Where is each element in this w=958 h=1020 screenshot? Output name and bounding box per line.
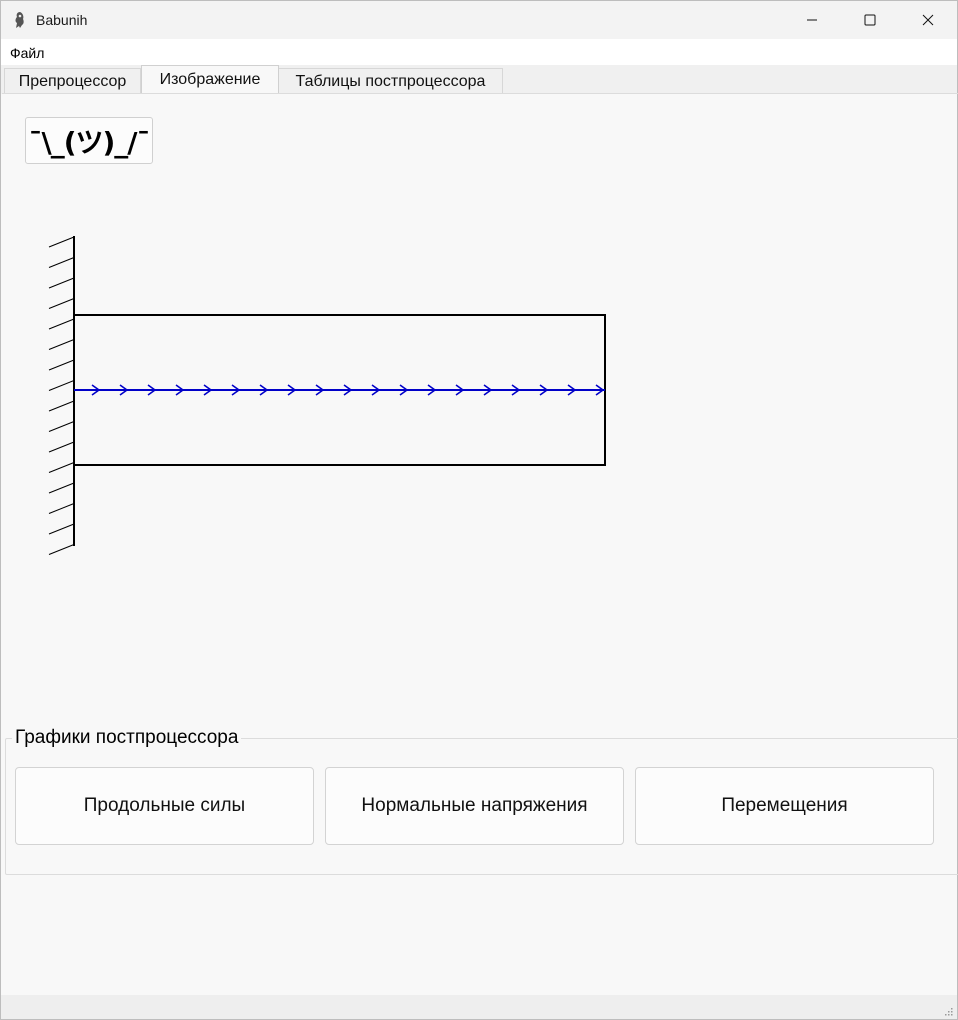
title-bar[interactable]: Babunih bbox=[1, 1, 957, 39]
button-label: Нормальные напряжения bbox=[361, 795, 588, 816]
normal-stresses-button[interactable]: Нормальные напряжения bbox=[325, 767, 624, 845]
support-hatch bbox=[48, 298, 75, 309]
status-bar bbox=[1, 995, 957, 1019]
tab-preprocessor[interactable]: Препроцессор bbox=[4, 68, 141, 94]
menu-file[interactable]: Файл bbox=[10, 45, 44, 61]
resize-grip-icon[interactable] bbox=[943, 1006, 953, 1016]
support-hatch bbox=[48, 462, 75, 473]
support-hatch bbox=[48, 400, 75, 412]
longitudinal-forces-button[interactable]: Продольные силы bbox=[15, 767, 314, 845]
tab-image[interactable]: Изображение bbox=[141, 65, 279, 94]
support-hatch bbox=[48, 482, 75, 494]
shrug-button[interactable]: ¯\_(ツ)_/¯ bbox=[25, 117, 153, 164]
button-label: Продольные силы bbox=[83, 795, 246, 816]
tab-label: Таблицы постпроцессора bbox=[295, 72, 486, 90]
group-title: Графики постпроцессора bbox=[12, 727, 242, 749]
tab-label: Изображение bbox=[159, 71, 261, 88]
maximize-button[interactable] bbox=[841, 1, 899, 39]
window-title: Babunih bbox=[36, 12, 88, 28]
support-hatch bbox=[48, 359, 75, 371]
construction-canvas bbox=[48, 236, 606, 555]
fixed-support bbox=[48, 236, 75, 555]
minimize-button[interactable] bbox=[783, 1, 841, 39]
support-hatch bbox=[48, 441, 75, 453]
app-window: Babunih Файл Препроцессор Таблицы постпр… bbox=[0, 0, 958, 1020]
button-label: Перемещения bbox=[721, 795, 848, 816]
support-hatch bbox=[48, 236, 75, 248]
app-icon bbox=[15, 12, 24, 28]
tab-postprocessor-tables[interactable]: Таблицы постпроцессора bbox=[278, 68, 503, 94]
maximize-icon bbox=[864, 14, 876, 26]
tab-label: Препроцессор bbox=[18, 72, 127, 90]
support-hatch bbox=[48, 257, 75, 268]
support-hatch bbox=[48, 544, 75, 555]
close-icon bbox=[922, 14, 934, 26]
tab-bar: Препроцессор Таблицы постпроцессора Изоб… bbox=[1, 65, 957, 94]
support-hatch bbox=[48, 339, 75, 350]
support-hatch bbox=[48, 421, 75, 432]
menu-bar: Файл bbox=[1, 39, 957, 65]
distributed-load bbox=[74, 384, 605, 396]
support-hatch bbox=[48, 523, 75, 535]
support-hatch bbox=[48, 503, 75, 514]
support-hatch bbox=[48, 318, 75, 330]
shrug-button-label: ¯\_(ツ)_/¯ bbox=[28, 125, 150, 159]
close-button[interactable] bbox=[899, 1, 957, 39]
support-hatch bbox=[48, 380, 75, 391]
minimize-icon bbox=[807, 19, 817, 21]
displacements-button[interactable]: Перемещения bbox=[635, 767, 934, 845]
support-hatch bbox=[48, 277, 75, 289]
